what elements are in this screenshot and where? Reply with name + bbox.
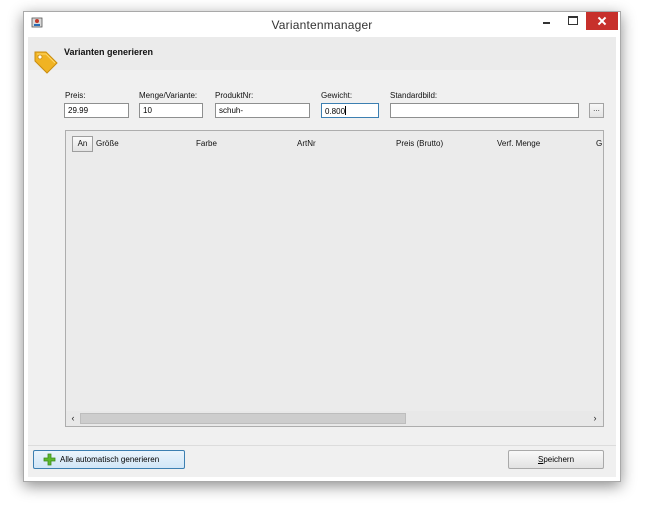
close-button[interactable] <box>586 12 618 30</box>
column-header-preis-brutto[interactable]: Preis (Brutto) <box>396 139 443 148</box>
plus-icon <box>43 453 56 466</box>
menge-variante-label: Menge/Variante: <box>139 91 198 100</box>
produktnr-input[interactable]: schuh- <box>215 103 310 118</box>
scrollbar-thumb[interactable] <box>80 413 406 424</box>
produktnr-label: ProduktNr: <box>215 91 254 100</box>
standardbild-label: Standardbild: <box>390 91 438 100</box>
horizontal-scrollbar[interactable]: ‹ › <box>66 411 603 426</box>
variants-table[interactable]: An Größe Farbe ArtNr Preis (Brutto) Verf… <box>65 130 604 427</box>
toggle-all-button[interactable]: An <box>72 136 93 152</box>
menge-variante-input[interactable]: 10 <box>139 103 203 118</box>
column-header-g[interactable]: G <box>596 139 602 148</box>
minimize-button[interactable] <box>534 12 560 30</box>
tag-icon <box>34 51 58 74</box>
title-bar[interactable]: Variantenmanager <box>24 12 620 34</box>
gewicht-label: Gewicht: <box>321 91 353 100</box>
generate-all-button[interactable]: Alle automatisch generieren <box>33 450 185 469</box>
text-caret <box>345 106 347 115</box>
column-header-verf-menge[interactable]: Verf. Menge <box>497 139 540 148</box>
generate-all-label: Alle automatisch generieren <box>60 455 160 464</box>
gewicht-value: 0.800 <box>325 107 346 116</box>
preis-label: Preis: <box>65 91 86 100</box>
footer-divider <box>28 445 616 446</box>
column-header-artnr[interactable]: ArtNr <box>297 139 316 148</box>
column-header-groesse[interactable]: Größe <box>96 139 119 148</box>
preis-input[interactable]: 29.99 <box>64 103 129 118</box>
table-header: An Größe Farbe ArtNr Preis (Brutto) Verf… <box>66 131 603 153</box>
save-label: peichern <box>543 455 575 464</box>
section-title: Varianten generieren <box>64 47 154 57</box>
standardbild-input[interactable] <box>390 103 579 118</box>
browse-button[interactable]: ... <box>589 103 604 118</box>
window: Variantenmanager Varianten generieren Pr… <box>23 11 621 482</box>
window-title: Variantenmanager <box>271 18 373 32</box>
column-header-farbe[interactable]: Farbe <box>196 139 217 148</box>
save-button[interactable]: Speichern <box>508 450 604 469</box>
scroll-left-icon[interactable]: ‹ <box>67 413 79 424</box>
gewicht-input[interactable]: 0.800 <box>321 103 379 118</box>
scroll-right-icon[interactable]: › <box>589 413 601 424</box>
maximize-button[interactable] <box>560 12 586 30</box>
dialog-content: Varianten generieren Preis: 29.99 Menge/… <box>28 37 616 477</box>
